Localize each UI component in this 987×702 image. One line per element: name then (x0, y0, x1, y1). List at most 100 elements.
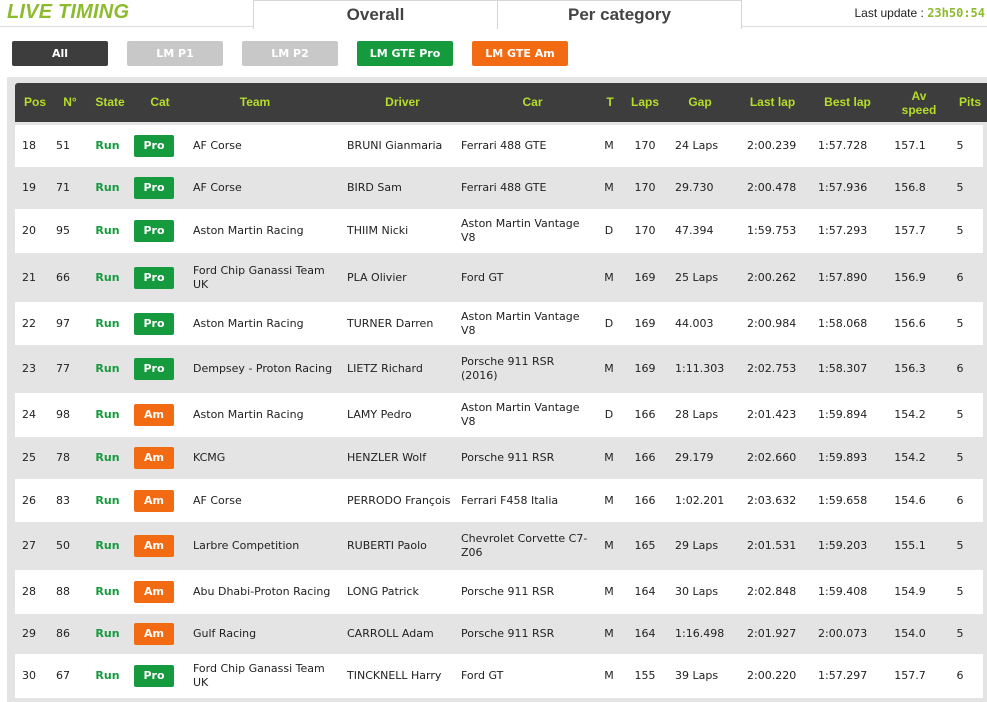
speed-cell: 156.6 (894, 316, 926, 330)
pits-cell: 5 (956, 451, 964, 464)
tab-overall[interactable]: Overall (253, 0, 498, 29)
last-cell: 2:02.848 (747, 585, 797, 598)
state-cell: Run (95, 493, 120, 507)
team-cell: Dempsey - Proton Racing (193, 362, 333, 375)
t-cell: D (604, 408, 614, 421)
gap-cell: 44.003 (675, 316, 714, 330)
driver-cell: LONG Patrick (347, 585, 419, 598)
filter-lmp1-button[interactable]: LM P1 (127, 41, 223, 66)
speed-cell: 156.3 (894, 362, 926, 375)
team-cell: Aston Martin Racing (193, 316, 304, 330)
table-row[interactable]: 26 83 Run Am AF Corse PERRODO François Ferrari… (15, 479, 983, 522)
table-row[interactable]: 27 50 Run Am Larbre Competition RUBERTI Paolo… (15, 524, 983, 568)
table-row[interactable]: 22 97 Run Pro Aston Martin Racing TURNER Darr… (15, 302, 983, 345)
pits-cell: 5 (956, 181, 964, 194)
last-cell: 2:01.531 (747, 539, 797, 552)
table-row[interactable]: 25 78 Run Am KCMG HENZLER Wolf Porsche 911 RSR… (15, 439, 983, 477)
category-cell: Pro (130, 255, 178, 300)
category-badge: Pro (134, 266, 174, 289)
team-cell: AF Corse (193, 139, 242, 152)
laps-cell: 169 (634, 316, 656, 330)
category-badge: Pro (134, 177, 174, 199)
state-cell: Run (95, 585, 120, 598)
driver-cell: PLA Olivier (347, 270, 407, 284)
column-header: Best lap (824, 95, 871, 109)
laps-cell: 166 (634, 408, 656, 421)
speed-cell: 154.6 (894, 493, 926, 507)
table-row[interactable]: 20 95 Run Pro Aston Martin Racing THIIM Nicki… (15, 209, 983, 253)
last-cell: 2:02.753 (747, 362, 797, 375)
category-cell: Am (130, 524, 178, 568)
best-cell: 1:59.894 (818, 408, 868, 421)
category-cell: Pro (130, 347, 178, 391)
table-row[interactable]: 30 67 Run Pro Ford Chip Ganassi Team UK TINCK… (15, 654, 983, 698)
laps-cell: 155 (634, 669, 656, 682)
t-cell: D (604, 316, 614, 330)
car-cell: Chevrolet Corvette C7-Z06 (461, 532, 588, 559)
driver-cell: LIETZ Richard (347, 362, 423, 375)
table-row[interactable]: 29 86 Run Am Gulf Racing CARROLL Adam Porsche … (15, 615, 983, 652)
column-header: Gap (688, 95, 712, 109)
table-header: Pos N° State Cat Team Driver Car T Laps Gap Last l… (15, 83, 987, 122)
t-cell: M (604, 493, 614, 507)
column-header: Driver (385, 95, 420, 109)
gap-cell: 1:02.201 (675, 493, 725, 507)
car-cell: Aston Martin Vantage V8 (461, 401, 580, 428)
driver-cell: BIRD Sam (347, 181, 402, 194)
table-row[interactable]: 24 98 Run Am Aston Martin Racing LAMY Pedro As… (15, 393, 983, 437)
filter-all-button[interactable]: All (12, 41, 108, 66)
table-row[interactable]: 18 51 Run Pro AF Corse BRUNI Gianmaria Ferrari… (15, 125, 983, 167)
category-cell: Pro (130, 654, 178, 698)
column-header: Cat (150, 95, 170, 109)
table-row[interactable]: 28 88 Run Am Abu Dhabi-Proton Racing LONG Pat… (15, 570, 983, 614)
category-cell: Am (130, 570, 178, 614)
t-cell: M (604, 669, 614, 682)
category-cell: Am (130, 439, 178, 477)
best-cell: 1:57.936 (818, 181, 868, 194)
speed-cell: 155.1 (894, 539, 926, 552)
car-cell: Ferrari F458 Italia (461, 493, 559, 507)
filter-gte-am-button[interactable]: LM GTE Am (472, 41, 568, 66)
pos-cell: 21 (22, 270, 36, 284)
laps-cell: 170 (634, 139, 656, 152)
pos-cell: 30 (22, 669, 36, 682)
team-cell: KCMG (193, 451, 226, 464)
pits-cell: 5 (956, 585, 964, 598)
gap-cell: 29.730 (675, 181, 714, 194)
pits-cell: 6 (956, 270, 964, 284)
state-cell: Run (95, 316, 120, 330)
best-cell: 1:58.068 (818, 316, 868, 330)
table-row[interactable]: 21 66 Run Pro Ford Chip Ganassi Team UK PLA O… (15, 255, 983, 300)
pits-cell: 5 (956, 408, 964, 421)
t-cell: M (604, 451, 614, 464)
best-cell: 1:59.203 (818, 539, 868, 552)
column-header: Pos (23, 95, 46, 109)
gap-cell: 39 Laps (675, 669, 719, 682)
filter-lmp2-button[interactable]: LM P2 (242, 41, 338, 66)
team-cell: Gulf Racing (193, 626, 257, 640)
last-update-time: 23h50:54 (927, 6, 985, 20)
num-cell: 88 (56, 585, 70, 598)
num-cell: 83 (56, 493, 70, 507)
laps-cell: 169 (634, 270, 656, 284)
car-cell: Porsche 911 RSR (461, 585, 555, 598)
laps-cell: 170 (634, 224, 656, 237)
team-cell: Ford Chip Ganassi Team UK (193, 263, 325, 291)
column-header: Team (239, 95, 271, 109)
num-cell: 51 (56, 139, 70, 152)
driver-cell: BRUNI Gianmaria (347, 139, 443, 152)
filter-gte-pro-button[interactable]: LM GTE Pro (357, 41, 453, 66)
state-cell: Run (95, 224, 120, 237)
table-row[interactable]: 23 77 Run Pro Dempsey - Proton Racing LIETZ R… (15, 347, 983, 391)
car-cell: Ferrari 488 GTE (461, 139, 547, 152)
category-badge: Pro (134, 358, 174, 380)
team-cell: Ford Chip Ganassi Team UK (193, 662, 325, 689)
num-cell: 86 (56, 626, 70, 640)
car-cell: Porsche 911 RSR (2016) (461, 355, 555, 382)
category-cell: Am (130, 393, 178, 437)
state-cell: Run (95, 139, 120, 152)
speed-cell: 157.7 (894, 669, 926, 682)
state-cell: Run (95, 181, 120, 194)
table-row[interactable]: 19 71 Run Pro AF Corse BIRD Sam Ferrari 488 GT… (15, 169, 983, 207)
tab-per-category[interactable]: Per category (497, 0, 742, 29)
